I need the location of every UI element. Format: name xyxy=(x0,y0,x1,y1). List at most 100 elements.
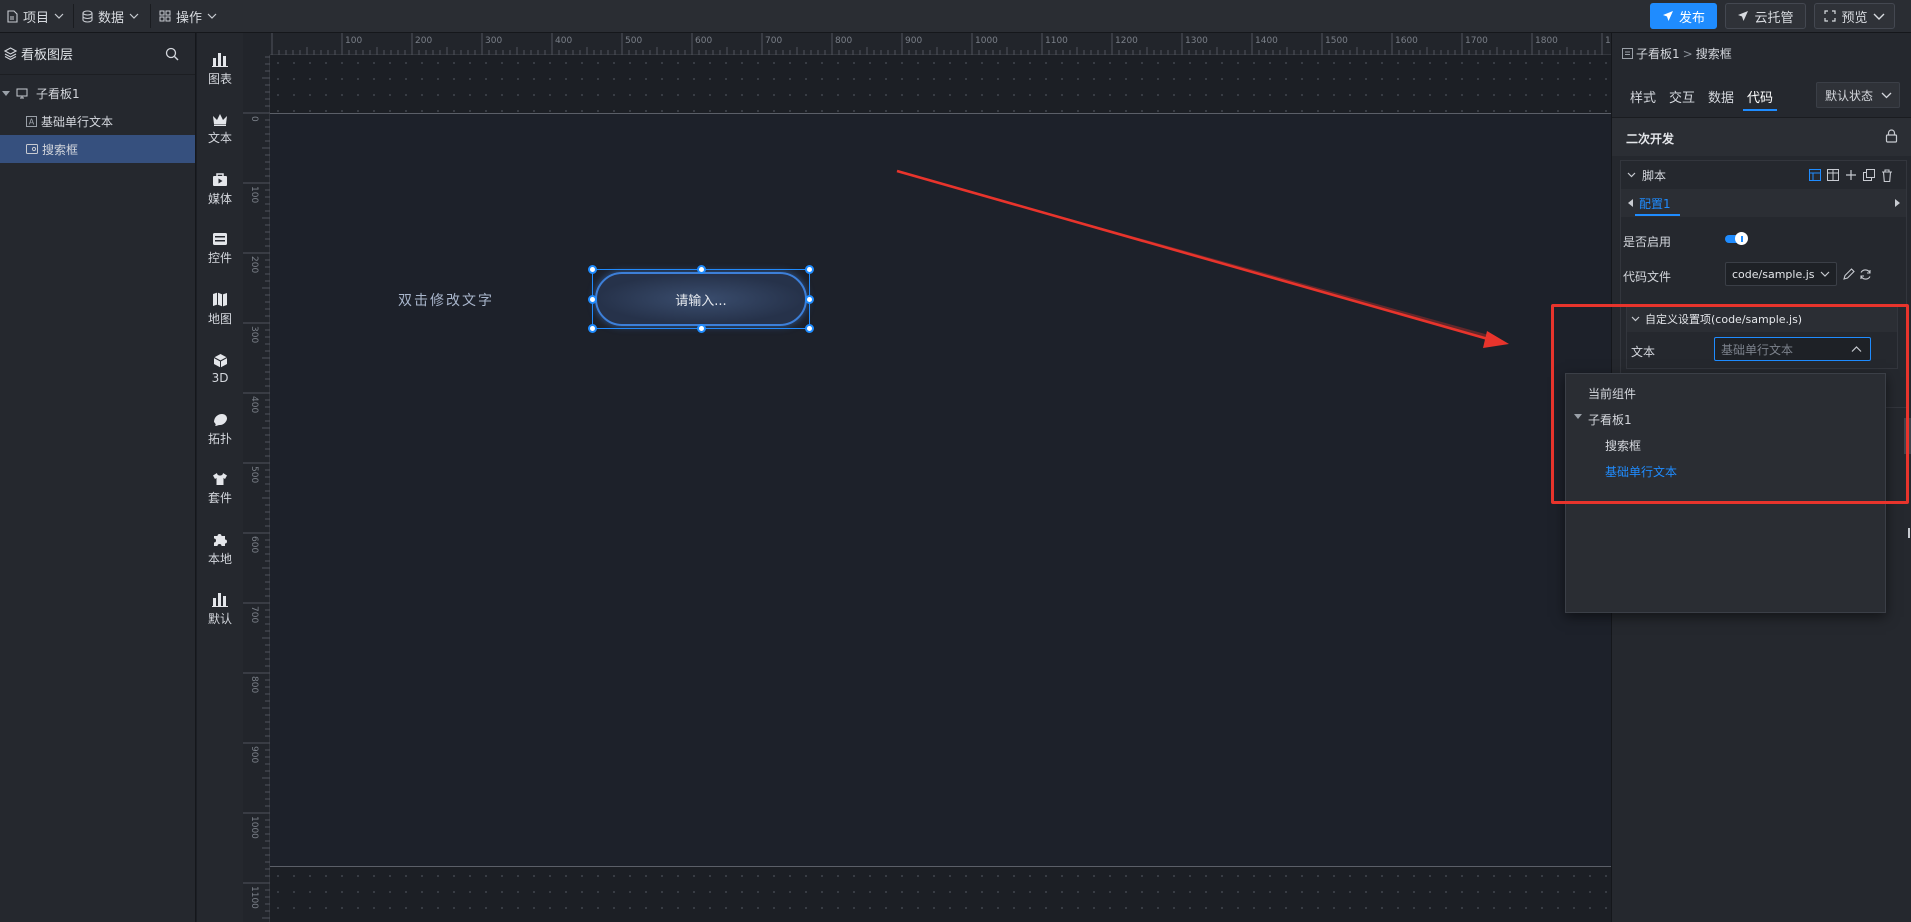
caret-left-icon[interactable] xyxy=(1628,199,1633,207)
bar-chart-icon xyxy=(212,52,228,67)
component-topology[interactable]: 拓扑 xyxy=(197,404,243,454)
tree-item-basic-text[interactable]: A 基础单行文本 xyxy=(0,107,195,135)
database-icon xyxy=(82,9,93,23)
dropdown-item-sub-board[interactable]: 子看板1 xyxy=(1588,411,1632,428)
crown-icon xyxy=(212,113,228,126)
active-config-indicator xyxy=(1635,214,1680,216)
ruler-tick-label: 800 xyxy=(249,676,259,693)
selection-frame[interactable]: 请输入... xyxy=(588,265,814,333)
media-icon xyxy=(212,172,228,187)
ruler-tick-label: 100 xyxy=(345,36,362,46)
board-icon xyxy=(1622,48,1633,59)
chevron-down-icon xyxy=(1631,316,1640,322)
basic-text-widget[interactable]: 双击修改文字 xyxy=(398,290,494,310)
add-icon[interactable] xyxy=(1845,169,1857,181)
active-tab-indicator xyxy=(1743,109,1777,111)
tab-config-1[interactable]: 配置1 xyxy=(1639,195,1671,212)
component-label: 控件 xyxy=(207,251,232,265)
component-controls[interactable]: 控件 xyxy=(197,224,243,274)
component-label: 套件 xyxy=(207,491,232,505)
topology-icon xyxy=(212,412,228,427)
ruler-tick-label: 500 xyxy=(625,36,642,46)
layout-icon[interactable] xyxy=(1809,169,1821,181)
menu-data[interactable]: 数据 xyxy=(82,0,139,32)
resize-handle[interactable] xyxy=(805,295,814,304)
resize-handle[interactable] xyxy=(805,265,814,274)
ruler-tick-label: 700 xyxy=(249,606,259,623)
tree-item-label: 基础单行文本 xyxy=(41,114,114,129)
component-map[interactable]: 地图 xyxy=(197,284,243,334)
tree-item-search-box[interactable]: 搜索框 xyxy=(0,135,195,163)
caret-down-icon[interactable] xyxy=(1574,414,1582,420)
dropdown-item-basic-text[interactable]: 基础单行文本 xyxy=(1605,463,1677,480)
search-icon[interactable] xyxy=(165,47,179,61)
resize-handle[interactable] xyxy=(697,324,706,333)
menu-data-label: 数据 xyxy=(98,10,125,26)
sub-board-area[interactable]: 双击修改文字 请输入... xyxy=(270,113,1611,867)
panel-scrollbar[interactable] xyxy=(1904,418,1911,454)
dropdown-item-current-component[interactable]: 当前组件 xyxy=(1588,385,1636,402)
table-layout-icon[interactable] xyxy=(1827,169,1839,181)
ruler-tick-label: 1000 xyxy=(249,816,259,839)
enable-toggle[interactable] xyxy=(1725,232,1748,245)
publish-button[interactable]: 发布 xyxy=(1650,3,1717,29)
breadcrumb-separator: > xyxy=(1682,46,1693,61)
menu-project[interactable]: 项目 xyxy=(6,0,64,32)
search-box-widget[interactable]: 请输入... xyxy=(595,272,807,326)
component-label: 地图 xyxy=(207,311,232,326)
code-file-label: 代码文件 xyxy=(1623,270,1672,284)
horizontal-ruler[interactable]: 100 200 300 400 500 600 700 800 900 1000 1100 1200 1… xyxy=(270,33,1611,55)
tab-interaction[interactable]: 交互 xyxy=(1669,81,1695,111)
breadcrumb-current: 搜索框 xyxy=(1695,47,1732,61)
code-file-select[interactable]: code/sample.js xyxy=(1725,262,1837,286)
component-text[interactable]: 文本 xyxy=(197,104,243,154)
resize-handle[interactable] xyxy=(588,295,597,304)
editor-canvas[interactable]: 100 200 300 400 500 600 700 800 900 1000 1100 1200 1… xyxy=(243,33,1611,922)
resize-handle[interactable] xyxy=(588,265,597,274)
chevron-up-icon xyxy=(1851,346,1862,352)
state-select[interactable]: 默认状态 xyxy=(1816,82,1900,108)
menu-operate[interactable]: 操作 xyxy=(159,0,217,32)
tab-code[interactable]: 代码 xyxy=(1747,81,1773,111)
dropdown-item-search-box[interactable]: 搜索框 xyxy=(1605,437,1641,454)
ruler-tick-label: 1800 xyxy=(1535,36,1558,46)
shirt-icon xyxy=(212,472,228,486)
horizontal-ruler-ticks: 100 200 300 400 500 600 700 800 900 1000 1100 1200 1… xyxy=(271,33,1611,55)
tab-style[interactable]: 样式 xyxy=(1630,81,1656,111)
secondary-dev-header: 二次开发 xyxy=(1612,118,1911,156)
code-file-value: code/sample.js xyxy=(1732,267,1815,281)
tab-data[interactable]: 数据 xyxy=(1708,81,1734,111)
divider xyxy=(150,4,151,28)
delete-icon[interactable] xyxy=(1881,169,1893,182)
breadcrumb-parent[interactable]: 子看板1 xyxy=(1636,45,1680,62)
layers-header: 看板图层 xyxy=(0,33,195,75)
send-icon xyxy=(1662,10,1674,22)
canvas-margin-top xyxy=(270,55,1611,113)
vertical-ruler[interactable]: 0 100 200 300 400 500 600 700 800 900 1000 1100 xyxy=(243,55,270,922)
tree-item-label: 搜索框 xyxy=(42,142,79,157)
component-media[interactable]: 媒体 xyxy=(197,164,243,214)
tree-item-sub-board[interactable]: 子看板1 xyxy=(0,79,195,107)
caret-right-icon[interactable] xyxy=(1895,199,1900,207)
ruler-tick-label: 600 xyxy=(249,536,259,553)
text-source-select[interactable]: 基础单行文本 xyxy=(1714,337,1871,361)
refresh-icon[interactable] xyxy=(1859,268,1872,281)
edit-icon[interactable] xyxy=(1842,268,1855,281)
component-chart[interactable]: 图表 xyxy=(197,44,243,94)
script-title: 脚本 xyxy=(1642,168,1667,183)
custom-settings-header[interactable]: 自定义设置项(code/sample.js) xyxy=(1627,306,1897,332)
component-local[interactable]: 本地 xyxy=(197,524,243,574)
resize-handle[interactable] xyxy=(588,324,597,333)
preview-button[interactable]: 预览 xyxy=(1814,3,1895,29)
lock-icon[interactable] xyxy=(1885,129,1898,143)
resize-handle[interactable] xyxy=(805,324,814,333)
component-default[interactable]: 默认 xyxy=(197,584,243,634)
ruler-tick-label: 500 xyxy=(249,466,259,483)
component-label: 媒体 xyxy=(207,191,232,206)
chevron-down-icon xyxy=(54,13,64,19)
resize-handle[interactable] xyxy=(697,265,706,274)
component-kit[interactable]: 套件 xyxy=(197,464,243,514)
copy-icon[interactable] xyxy=(1863,169,1875,181)
component-3d[interactable]: 3D xyxy=(197,344,243,394)
cloud-hosting-button[interactable]: 云托管 xyxy=(1725,3,1806,29)
